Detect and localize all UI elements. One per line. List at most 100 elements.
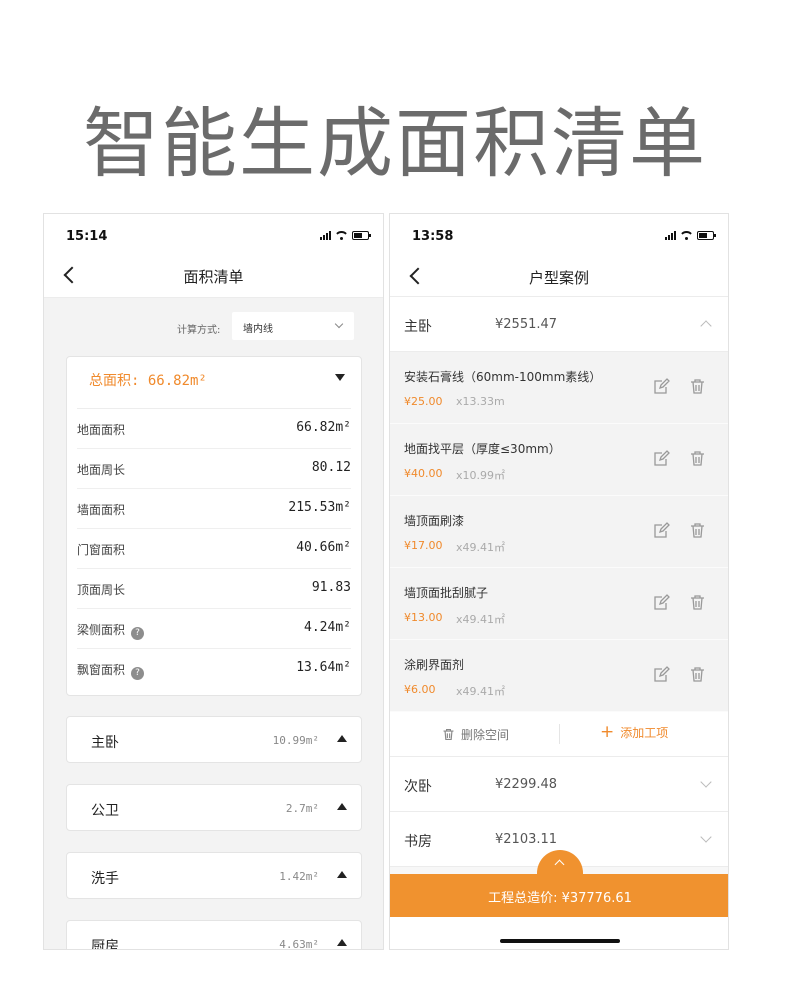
total-cost-bar: 工程总造价: ¥37776.61 <box>390 874 728 917</box>
trash-icon[interactable] <box>689 666 706 683</box>
work-item-price: ¥17.00 <box>404 539 443 552</box>
metric-row: 飘窗面积? 13.64m² <box>77 649 351 689</box>
trash-icon[interactable] <box>689 450 706 467</box>
edit-icon[interactable] <box>653 594 670 611</box>
metric-label-text: 梁侧面积 <box>77 623 126 637</box>
metric-label: 地面周长 <box>77 463 126 477</box>
room-area: 1.42m² <box>279 870 319 883</box>
wifi-icon <box>681 231 692 240</box>
status-bar: 15:14 <box>44 214 383 254</box>
metric-row: 门窗面积 40.66m² <box>77 529 351 569</box>
area-summary-card: 总面积: 66.82m² 地面面积 66.82m² 地面周长 80.12 墙面面… <box>66 356 362 696</box>
work-item-qty: x49.41㎡ <box>456 541 506 554</box>
chevron-down-icon <box>700 776 712 788</box>
room-section-header-open[interactable]: 主卧 ¥2551.47 <box>390 297 728 352</box>
room-area: 4.63m² <box>279 938 319 950</box>
room-card[interactable]: 公卫 2.7m² <box>66 784 362 831</box>
work-item-qty: x13.33m <box>456 395 505 408</box>
metric-label: 墙面面积 <box>77 503 126 517</box>
calc-method-row: 计算方式: 墙内线 <box>44 298 383 350</box>
metric-label-text: 飘窗面积 <box>77 663 126 677</box>
chevron-down-icon <box>700 831 712 843</box>
home-indicator[interactable] <box>500 939 620 943</box>
total-area: 总面积: 66.82m² <box>89 373 207 389</box>
edit-icon[interactable] <box>653 378 670 395</box>
total-cost: 工程总造价: ¥37776.61 <box>488 891 632 906</box>
metric-label: 梁侧面积? <box>77 621 145 640</box>
expand-triangle-icon <box>337 735 347 742</box>
delete-space-label: 删除空间 <box>461 728 510 742</box>
metric-label: 顶面周长 <box>77 583 126 597</box>
room-name: 主卧 <box>91 735 119 751</box>
expand-triangle-icon <box>337 939 347 946</box>
section-price: ¥2299.48 <box>495 777 558 792</box>
metric-value: 13.64m² <box>296 660 351 675</box>
metric-row: 地面面积 66.82m² <box>77 409 351 449</box>
work-item-name: 涂刷界面剂 <box>404 658 465 672</box>
area-list-screen: 15:14 面积清单 计算方式: 墙内线 总面积: 66.82m² 地面面积 6… <box>43 213 384 950</box>
room-card[interactable]: 洗手 1.42m² <box>66 852 362 899</box>
metric-value: 40.66m² <box>296 540 351 555</box>
work-item-name: 墙顶面批刮腻子 <box>404 586 489 600</box>
section-name: 次卧 <box>404 779 432 795</box>
work-item-price: ¥40.00 <box>404 467 443 480</box>
case-detail-screen: 13:58 户型案例 主卧 ¥2551.47 安装石膏线（60mm-100mm素… <box>389 213 729 950</box>
status-time: 15:14 <box>66 229 108 244</box>
help-icon[interactable]: ? <box>131 627 145 640</box>
add-item-button[interactable]: + 添加工项 <box>600 724 668 741</box>
room-section-header[interactable]: 次卧 ¥2299.48 <box>390 757 728 812</box>
metric-row: 地面周长 80.12 <box>77 449 351 489</box>
section-name: 主卧 <box>404 319 432 335</box>
home-area <box>390 917 728 949</box>
total-area-row[interactable]: 总面积: 66.82m² <box>77 357 351 409</box>
work-item-row: 墙顶面刷漆 ¥17.00 x49.41㎡ <box>390 496 728 568</box>
delete-space-button[interactable]: 删除空间 <box>442 726 509 743</box>
work-item-row: 墙顶面批刮腻子 ¥13.00 x49.41㎡ <box>390 568 728 640</box>
room-name: 厨房 <box>91 939 119 950</box>
work-item-qty: x49.41㎡ <box>456 613 506 626</box>
edit-icon[interactable] <box>653 522 670 539</box>
work-item-name: 墙顶面刷漆 <box>404 514 465 528</box>
room-area: 2.7m² <box>285 802 319 815</box>
edit-icon[interactable] <box>653 666 670 683</box>
room-card[interactable]: 主卧 10.99m² <box>66 716 362 763</box>
trash-icon[interactable] <box>689 594 706 611</box>
chevron-up-icon <box>554 859 565 870</box>
battery-icon <box>697 231 716 240</box>
metric-label: 地面面积 <box>77 423 126 437</box>
work-item-row: 涂刷界面剂 ¥6.00 x49.41㎡ <box>390 640 728 712</box>
trash-icon[interactable] <box>689 378 706 395</box>
metric-value: 80.12 <box>311 460 351 475</box>
collapse-triangle-icon <box>335 374 345 381</box>
section-price: ¥2551.47 <box>495 317 558 332</box>
expand-triangle-icon <box>337 871 347 878</box>
help-icon[interactable]: ? <box>131 667 145 680</box>
chevron-down-icon <box>334 319 344 329</box>
section-actions: 删除空间 + 添加工项 <box>390 712 728 757</box>
work-item-qty: x49.41㎡ <box>456 685 506 698</box>
battery-icon <box>352 231 371 240</box>
status-time: 13:58 <box>412 229 454 244</box>
metric-label: 门窗面积 <box>77 543 126 557</box>
section-name: 书房 <box>404 834 432 850</box>
room-name: 公卫 <box>91 803 119 819</box>
wifi-icon <box>336 231 347 240</box>
chevron-up-icon <box>700 320 712 332</box>
calc-method-value: 墙内线 <box>243 324 273 335</box>
work-item-price: ¥6.00 <box>404 683 436 696</box>
metric-value: 4.24m² <box>304 620 351 635</box>
edit-icon[interactable] <box>653 450 670 467</box>
room-area: 10.99m² <box>272 734 319 747</box>
trash-icon[interactable] <box>689 522 706 539</box>
room-card[interactable]: 厨房 4.63m² <box>66 920 362 950</box>
calc-method-select[interactable]: 墙内线 <box>232 312 354 340</box>
work-item-price: ¥25.00 <box>404 395 443 408</box>
metric-row: 梁侧面积? 4.24m² <box>77 609 351 649</box>
metric-label: 飘窗面积? <box>77 661 145 680</box>
work-item-name: 地面找平层（厚度≤30mm） <box>404 442 561 456</box>
nav-bar: 面积清单 <box>44 254 383 298</box>
signal-icon <box>320 231 331 240</box>
work-item-price: ¥13.00 <box>404 611 443 624</box>
calc-method-label: 计算方式: <box>177 325 221 336</box>
plus-icon: + <box>600 722 615 742</box>
